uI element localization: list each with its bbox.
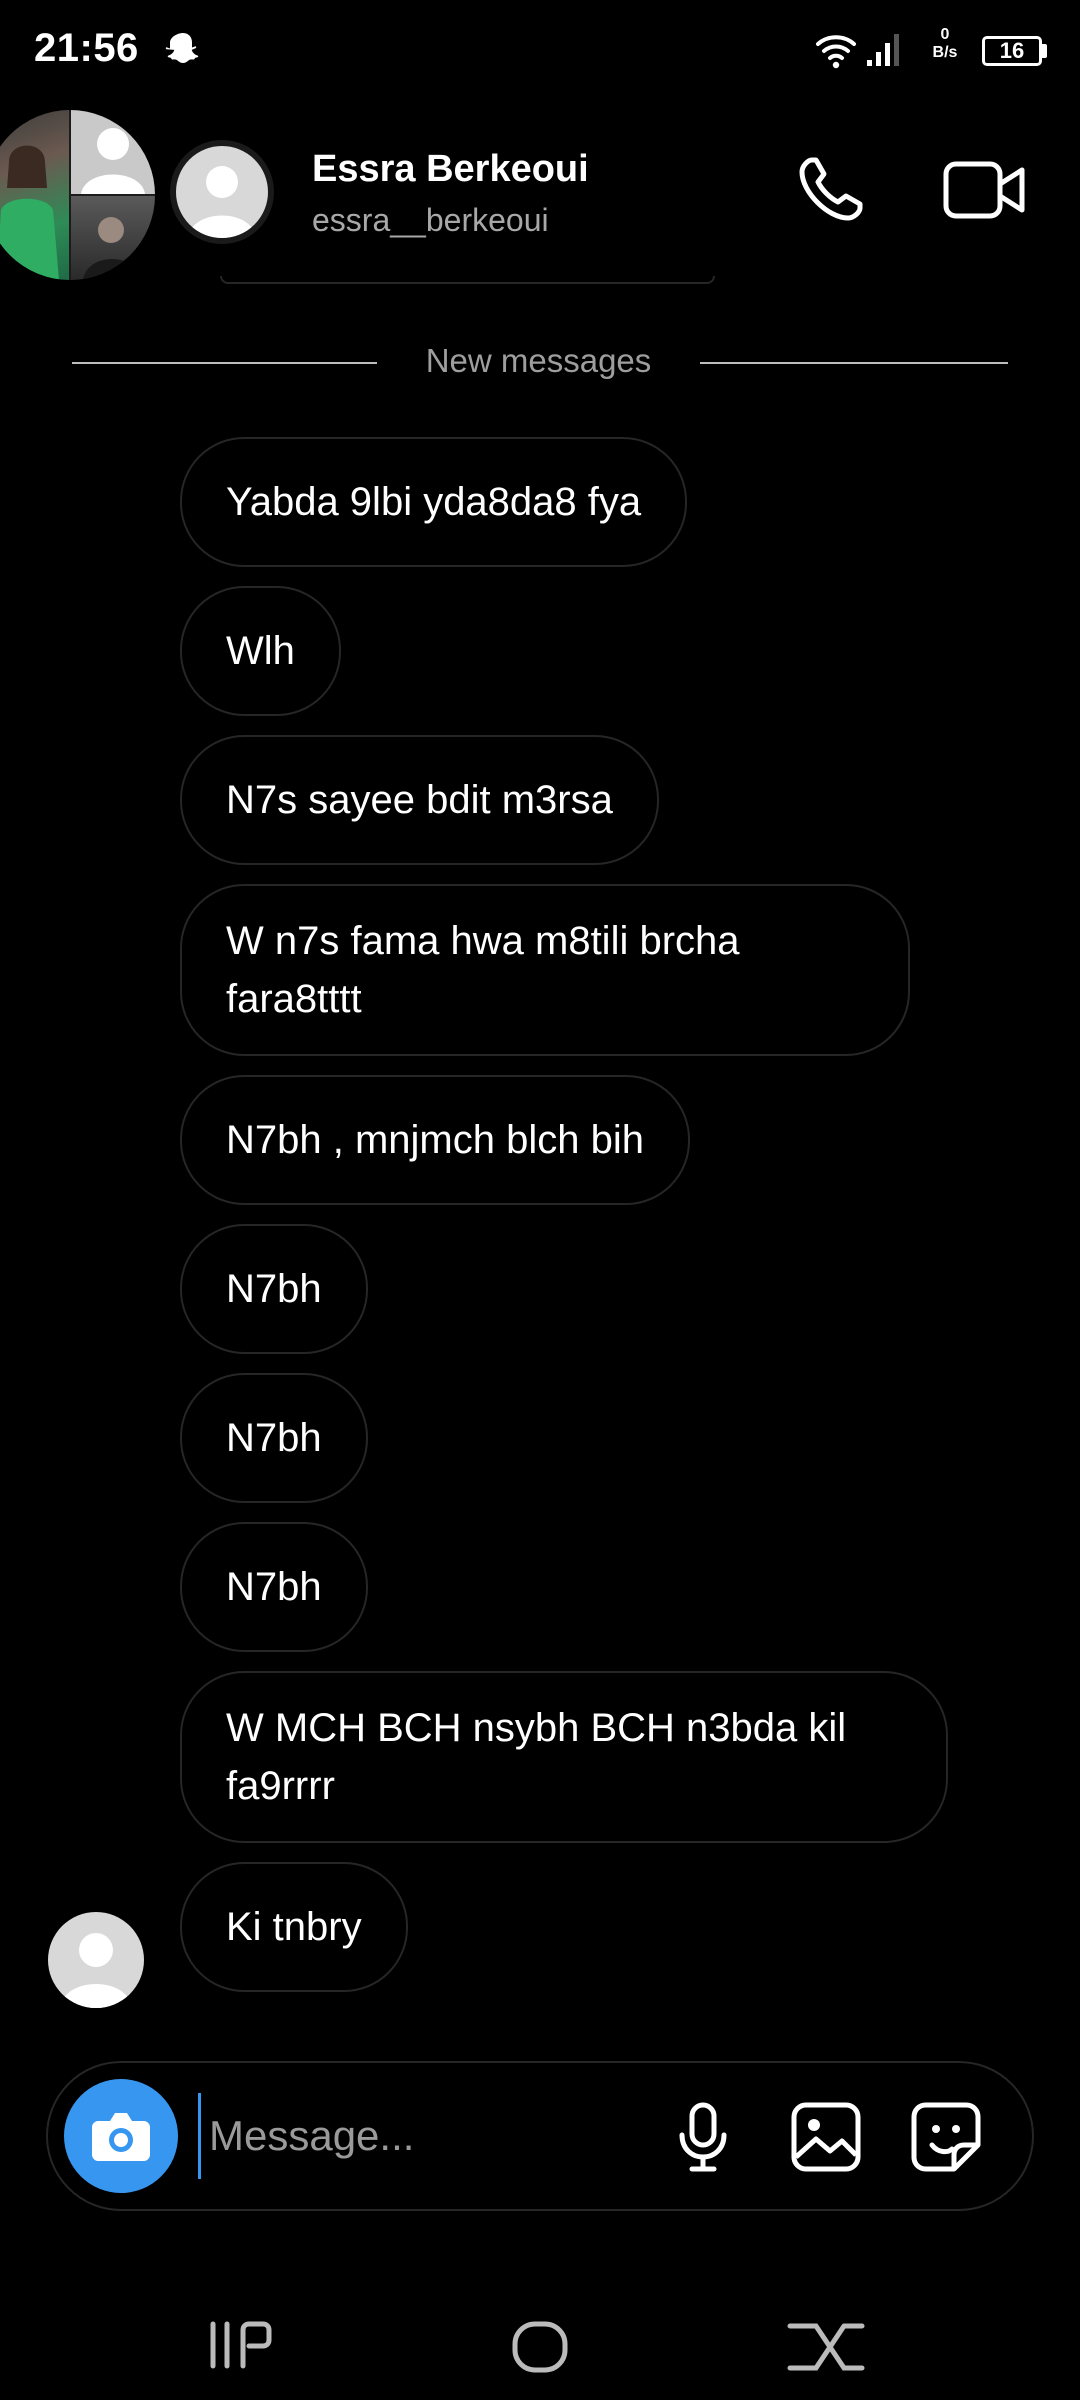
message-bubble[interactable]: W n7s fama hwa m8tili brcha fara8tttt: [180, 884, 910, 1056]
new-messages-label: New messages: [425, 342, 652, 379]
phone-icon[interactable]: [790, 150, 870, 230]
gallery-icon[interactable]: [788, 2099, 864, 2175]
network-speed-value: 0: [940, 26, 950, 43]
camera-button[interactable]: [64, 2079, 178, 2193]
camera-icon: [92, 2113, 150, 2161]
message-bubble[interactable]: N7bh: [180, 1373, 368, 1503]
sender-avatar[interactable]: [48, 1912, 144, 2008]
group-avatar-placeholder: [71, 110, 155, 194]
battery-cap: [1042, 44, 1047, 58]
message-input[interactable]: [198, 2093, 709, 2179]
message-bubble[interactable]: N7bh: [180, 1522, 368, 1652]
contact-name[interactable]: Essra Berkeoui: [312, 148, 589, 191]
group-avatar-photo-1: [0, 110, 69, 280]
battery-level: 16: [999, 38, 1025, 63]
contact-username[interactable]: essra__berkeoui: [312, 202, 549, 239]
signal-icon: [867, 34, 899, 66]
chat-header: Essra Berkeoui essra__berkeoui: [0, 100, 1080, 290]
message-bubble[interactable]: N7bh , mnjmch blch bih: [180, 1075, 690, 1205]
new-messages-divider: New messages: [72, 338, 1008, 388]
wifi-icon: [816, 35, 856, 69]
system-nav-bar: [0, 2290, 1080, 2400]
battery-icon: 16: [982, 36, 1042, 66]
snapchat-icon: [165, 33, 199, 63]
message-bubble[interactable]: Ki tnbry: [180, 1862, 408, 1992]
network-speed: 0 B/s: [925, 26, 965, 62]
recents-icon[interactable]: [205, 2310, 295, 2380]
group-avatar[interactable]: [0, 110, 155, 280]
contact-avatar[interactable]: [170, 140, 274, 244]
microphone-icon[interactable]: [668, 2099, 738, 2175]
message-bubble[interactable]: Wlh: [180, 586, 341, 716]
video-camera-icon[interactable]: [940, 150, 1030, 230]
previous-message-edge: [220, 276, 715, 284]
message-bubble[interactable]: N7bh: [180, 1224, 368, 1354]
sticker-icon[interactable]: [908, 2099, 984, 2175]
message-bubble[interactable]: W MCH BCH nsybh BCH n3bda kil fa9rrrr: [180, 1671, 948, 1843]
message-list: Yabda 9lbi yda8da8 fya Wlh N7s sayee bdi…: [180, 437, 960, 1992]
message-bubble[interactable]: Yabda 9lbi yda8da8 fya: [180, 437, 688, 567]
home-icon[interactable]: [505, 2312, 575, 2382]
status-time: 21:56: [34, 26, 139, 70]
message-bubble[interactable]: N7s sayee bdit m3rsa: [180, 735, 659, 865]
back-icon[interactable]: [780, 2312, 870, 2382]
message-composer: [46, 2061, 1034, 2211]
network-speed-unit: B/s: [932, 44, 958, 61]
divider-line-left: [72, 362, 377, 364]
divider-line-right: [700, 362, 1008, 364]
group-avatar-photo-2: [71, 196, 155, 280]
status-bar: 21:56 0 B/s 16: [0, 0, 1080, 100]
